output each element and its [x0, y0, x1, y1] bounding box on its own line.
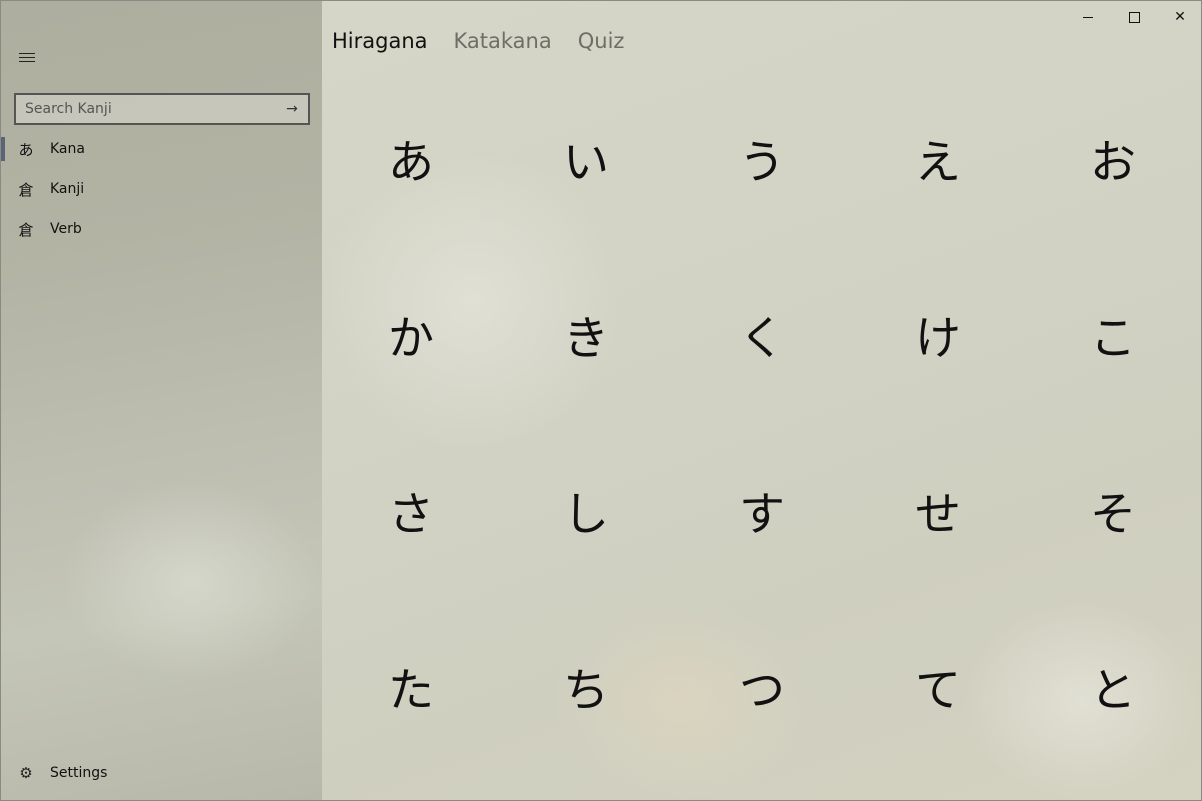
kana-cell[interactable]: え	[878, 99, 998, 219]
close-icon: ✕	[1174, 9, 1186, 25]
kana-cell[interactable]: と	[1053, 627, 1173, 747]
nav-item-label: Kanji	[50, 181, 85, 197]
close-button[interactable]: ✕	[1157, 1, 1201, 33]
kana-cell[interactable]: す	[702, 451, 822, 571]
kana-cell[interactable]: て	[878, 627, 998, 747]
kana-cell[interactable]: お	[1053, 99, 1173, 219]
nav-item-label: Verb	[50, 221, 82, 237]
window-controls: ✕	[1065, 1, 1201, 33]
maximize-button[interactable]	[1111, 1, 1157, 33]
selection-indicator	[1, 137, 5, 161]
main-content: Hiragana Katakana Quiz あ い う え お か き く け…	[322, 1, 1201, 800]
gear-icon: ⚙	[19, 764, 33, 782]
kanji-icon: 倉	[18, 180, 34, 199]
kana-icon: あ	[18, 140, 34, 159]
tab-katakana[interactable]: Katakana	[454, 29, 552, 53]
kana-cell[interactable]: け	[878, 275, 998, 395]
kana-cell[interactable]: あ	[351, 99, 471, 219]
maximize-icon	[1128, 11, 1140, 23]
kana-cell[interactable]: せ	[878, 451, 998, 571]
app-window: → あ Kana 倉 Kanji 倉 Verb ⚙ Settings Hirag…	[0, 0, 1202, 801]
kana-cell[interactable]: さ	[351, 451, 471, 571]
kana-cell[interactable]: し	[526, 451, 646, 571]
kana-cell[interactable]: か	[351, 275, 471, 395]
minimize-button[interactable]	[1065, 1, 1111, 33]
kana-cell[interactable]: た	[351, 627, 471, 747]
verb-icon: 倉	[18, 220, 34, 239]
nav-item-verb[interactable]: 倉 Verb	[1, 209, 322, 249]
arrow-right-icon[interactable]: →	[276, 95, 308, 123]
kana-cell[interactable]: つ	[702, 627, 822, 747]
nav-item-kanji[interactable]: 倉 Kanji	[1, 169, 322, 209]
search-input[interactable]	[16, 100, 276, 118]
pivot-tabs: Hiragana Katakana Quiz	[332, 29, 624, 53]
tab-quiz[interactable]: Quiz	[578, 29, 625, 53]
nav-item-kana[interactable]: あ Kana	[1, 129, 322, 169]
kana-cell[interactable]: き	[526, 275, 646, 395]
kana-cell[interactable]: う	[702, 99, 822, 219]
hamburger-menu-button[interactable]	[13, 43, 41, 71]
kana-cell[interactable]: く	[702, 275, 822, 395]
tab-hiragana[interactable]: Hiragana	[332, 29, 428, 53]
nav-item-label: Kana	[50, 141, 85, 157]
navigation-pane: → あ Kana 倉 Kanji 倉 Verb ⚙ Settings	[1, 1, 322, 800]
nav-item-settings[interactable]: ⚙ Settings	[1, 753, 322, 793]
search-box: →	[14, 93, 310, 125]
kana-cell[interactable]: い	[526, 99, 646, 219]
kana-cell[interactable]: ち	[526, 627, 646, 747]
settings-label: Settings	[50, 765, 108, 781]
kana-cell[interactable]: そ	[1053, 451, 1173, 571]
minimize-icon	[1083, 16, 1093, 18]
kana-cell[interactable]: こ	[1053, 275, 1173, 395]
